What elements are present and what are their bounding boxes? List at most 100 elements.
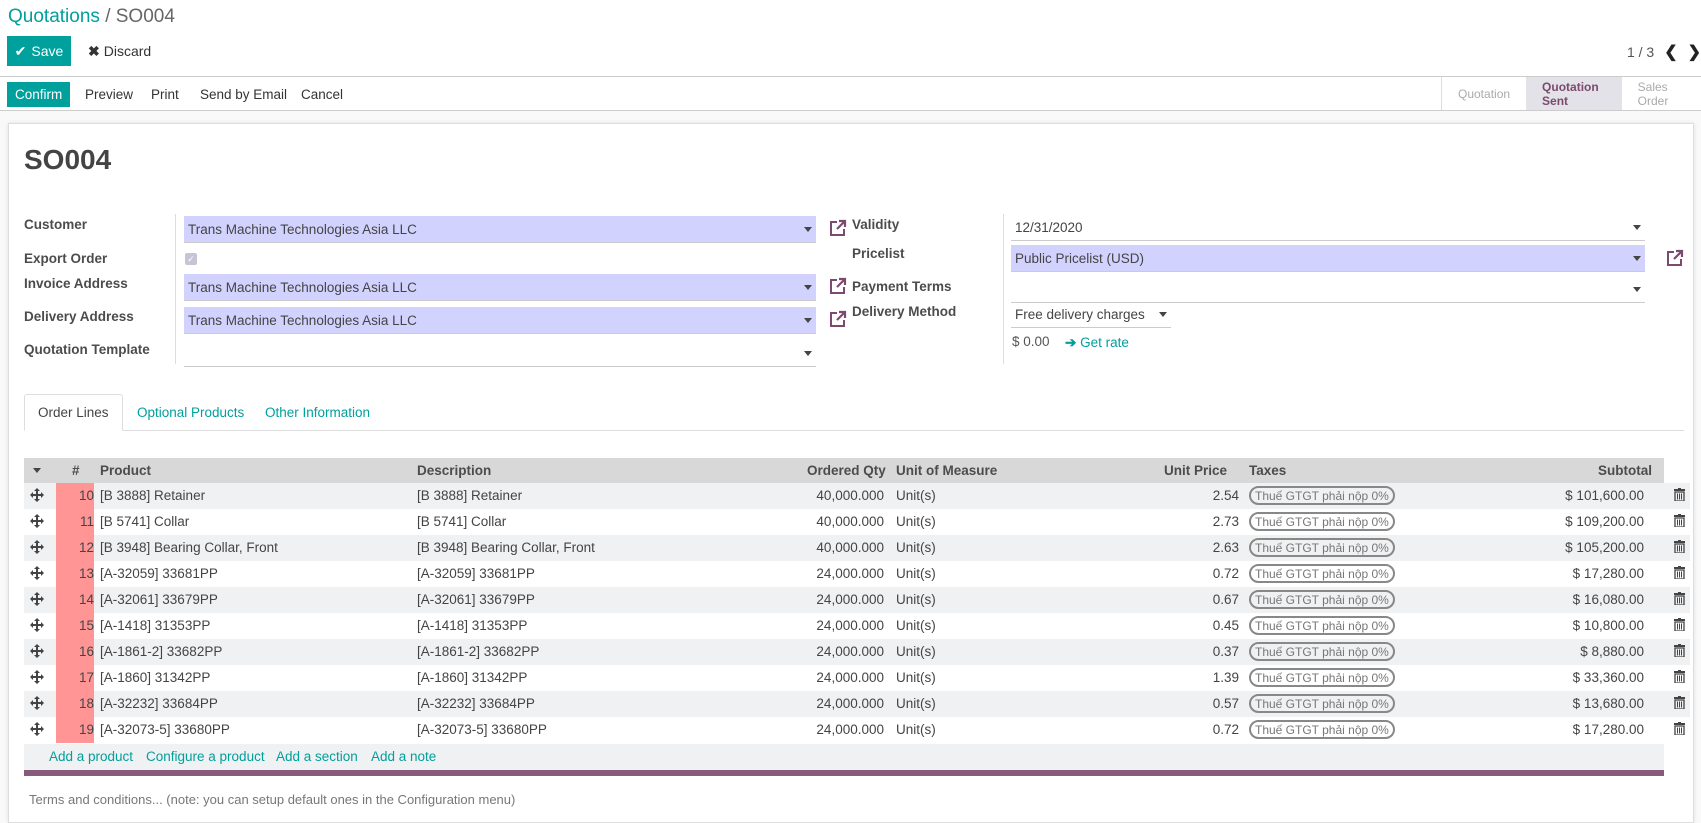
external-link-icon[interactable] [828,276,848,296]
row-ordered-qty[interactable]: 24,000.000 [816,592,884,607]
trash-icon[interactable] [1674,644,1685,657]
chevron-left-icon[interactable]: ❮ [1664,42,1677,62]
stage-quotation-sent[interactable]: Quotation Sent [1526,77,1622,110]
tax-badge[interactable]: Thuế GTGT phải nộp 0% [1249,720,1395,739]
table-row[interactable]: 10 [B 3888] Retainer [B 3888] Retainer 40,0… [24,483,1690,509]
terms-conditions-field[interactable]: Terms and conditions... (note: you can s… [29,792,515,807]
drag-handle-icon[interactable] [29,695,45,711]
table-row[interactable]: 12 [B 3948] Bearing Collar, Front [B 3948]… [24,535,1690,561]
row-unit-price[interactable]: 0.72 [1213,566,1239,581]
row-description[interactable]: [A-32061] 33679PP [417,592,535,607]
row-uom[interactable]: Unit(s) [896,592,936,607]
tax-badge[interactable]: Thuế GTGT phải nộp 0% [1249,616,1395,635]
tab-other-information[interactable]: Other Information [252,394,383,431]
tax-badge[interactable]: Thuế GTGT phải nộp 0% [1249,694,1395,713]
col-seq[interactable]: # [72,463,80,478]
row-unit-price[interactable]: 0.67 [1213,592,1239,607]
col-taxes[interactable]: Taxes [1249,463,1286,478]
row-product[interactable]: [A-32073-5] 33680PP [100,722,230,737]
row-description[interactable]: [A-1860] 31342PP [417,670,527,685]
table-row[interactable]: 13 [A-32059] 33681PP [A-32059] 33681PP 24,0… [24,561,1690,587]
row-uom[interactable]: Unit(s) [896,540,936,555]
row-unit-price[interactable]: 0.72 [1213,722,1239,737]
col-description[interactable]: Description [417,463,491,478]
preview-button[interactable]: Preview [77,82,141,107]
breadcrumb-quotations-link[interactable]: Quotations [8,6,100,27]
table-row[interactable]: 16 [A-1861-2] 33682PP [A-1861-2] 33682PP 24… [24,639,1690,665]
trash-icon[interactable] [1674,514,1685,527]
row-uom[interactable]: Unit(s) [896,644,936,659]
confirm-button[interactable]: Confirm [7,82,71,107]
caret-down-icon[interactable] [1633,287,1641,292]
row-product[interactable]: [A-1418] 31353PP [100,618,210,633]
table-row[interactable]: 17 [A-1860] 31342PP [A-1860] 31342PP 24,000… [24,665,1690,691]
tax-badge[interactable]: Thuế GTGT phải nộp 0% [1249,564,1395,583]
caret-down-icon[interactable] [1633,225,1641,230]
row-unit-price[interactable]: 0.57 [1213,696,1239,711]
row-description[interactable]: [B 3948] Bearing Collar, Front [417,540,595,555]
row-product[interactable]: [A-32061] 33679PP [100,592,218,607]
row-description[interactable]: [A-1418] 31353PP [417,618,527,633]
trash-icon[interactable] [1674,540,1685,553]
drag-handle-icon[interactable] [29,565,45,581]
add-section-link[interactable]: Add a section [276,749,358,764]
table-row[interactable]: 11 [B 5741] Collar [B 5741] Collar 40,000.0… [24,509,1690,535]
trash-icon[interactable] [1674,566,1685,579]
row-product[interactable]: [B 5741] Collar [100,514,189,529]
delivery-address-field[interactable]: Trans Machine Technologies Asia LLC [184,307,816,334]
add-product-link[interactable]: Add a product [49,749,133,764]
trash-icon[interactable] [1674,696,1685,709]
table-row[interactable]: 15 [A-1418] 31353PP [A-1418] 31353PP 24,000… [24,613,1690,639]
external-link-icon[interactable] [828,309,848,329]
drag-handle-icon[interactable] [29,539,45,555]
save-button[interactable]: ✔ Save [7,36,71,66]
row-ordered-qty[interactable]: 40,000.000 [816,488,884,503]
row-ordered-qty[interactable]: 24,000.000 [816,618,884,633]
trash-icon[interactable] [1674,592,1685,605]
row-ordered-qty[interactable]: 40,000.000 [816,514,884,529]
col-ordered-qty[interactable]: Ordered Qty [807,463,886,478]
row-ordered-qty[interactable]: 24,000.000 [816,696,884,711]
row-ordered-qty[interactable]: 24,000.000 [816,722,884,737]
row-product[interactable]: [A-32232] 33684PP [100,696,218,711]
delivery-method-field[interactable]: Free delivery charges [1011,301,1171,328]
trash-icon[interactable] [1674,618,1685,631]
row-product[interactable]: [B 3948] Bearing Collar, Front [100,540,278,555]
caret-down-icon[interactable] [804,285,812,290]
row-uom[interactable]: Unit(s) [896,670,936,685]
row-unit-price[interactable]: 0.37 [1213,644,1239,659]
drag-handle-icon[interactable] [29,721,45,737]
row-ordered-qty[interactable]: 24,000.000 [816,644,884,659]
row-description[interactable]: [A-1861-2] 33682PP [417,644,539,659]
row-product[interactable]: [A-1861-2] 33682PP [100,644,222,659]
validity-field[interactable]: 12/31/2020 [1011,214,1645,241]
row-unit-price[interactable]: 2.63 [1213,540,1239,555]
external-link-icon[interactable] [1665,248,1685,268]
configure-product-link[interactable]: Configure a product [146,749,265,764]
row-product[interactable]: [B 3888] Retainer [100,488,205,503]
row-uom[interactable]: Unit(s) [896,722,936,737]
customer-field[interactable]: Trans Machine Technologies Asia LLC [184,216,816,243]
row-description[interactable]: [A-32232] 33684PP [417,696,535,711]
pager-value[interactable]: 1 / 3 [1627,44,1654,60]
tab-order-lines[interactable]: Order Lines [24,394,123,431]
row-unit-price[interactable]: 0.45 [1213,618,1239,633]
row-description[interactable]: [A-32073-5] 33680PP [417,722,547,737]
row-uom[interactable]: Unit(s) [896,618,936,633]
row-unit-price[interactable]: 2.54 [1213,488,1239,503]
table-row[interactable]: 18 [A-32232] 33684PP [A-32232] 33684PP 24,0… [24,691,1690,717]
tax-badge[interactable]: Thuế GTGT phải nộp 0% [1249,668,1395,687]
row-uom[interactable]: Unit(s) [896,514,936,529]
trash-icon[interactable] [1674,488,1685,501]
row-uom[interactable]: Unit(s) [896,488,936,503]
row-product[interactable]: [A-1860] 31342PP [100,670,210,685]
trash-icon[interactable] [1674,722,1685,735]
row-ordered-qty[interactable]: 40,000.000 [816,540,884,555]
row-unit-price[interactable]: 2.73 [1213,514,1239,529]
col-subtotal[interactable]: Subtotal [1598,463,1652,478]
row-unit-price[interactable]: 1.39 [1213,670,1239,685]
tax-badge[interactable]: Thuế GTGT phải nộp 0% [1249,642,1395,661]
row-product[interactable]: [A-32059] 33681PP [100,566,218,581]
table-row[interactable]: 14 [A-32061] 33679PP [A-32061] 33679PP 24,0… [24,587,1690,613]
col-product[interactable]: Product [100,463,151,478]
